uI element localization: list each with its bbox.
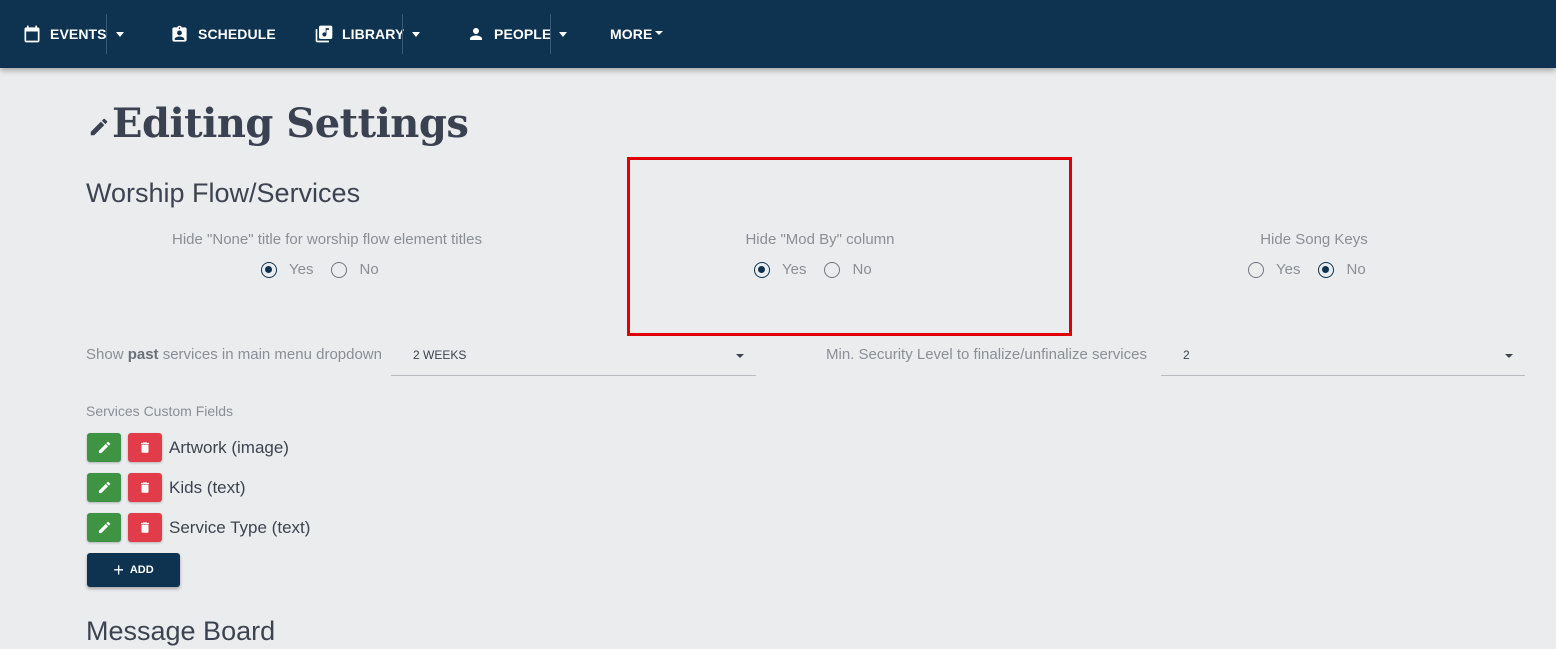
trash-icon [140, 522, 150, 533]
highlight-box [627, 157, 1072, 336]
add-field-button[interactable]: + ADD [87, 553, 180, 587]
dropdown-arrow-icon [1505, 354, 1513, 358]
nav-events[interactable]: EVENTS [22, 0, 107, 68]
field-name: Service Type (text) [169, 517, 311, 537]
pencil-icon [98, 481, 110, 494]
top-navbar: EVENTS SCHEDULE LIBRARY PEOPLE MORE [0, 0, 1556, 68]
hide-song-keys-label: Hide Song Keys [1260, 231, 1368, 248]
hide-song-keys-yes-radio[interactable] [1248, 261, 1264, 278]
calendar-icon [24, 25, 40, 43]
page-title: Editing Settings [112, 100, 469, 147]
people-dropdown-caret[interactable] [559, 32, 567, 37]
nav-divider [550, 14, 551, 54]
radio-label: No [1346, 261, 1366, 278]
hide-none-title-no-radio[interactable] [331, 261, 348, 278]
hide-none-title-label: Hide "None" title for worship flow eleme… [172, 231, 482, 248]
trash-icon [140, 442, 150, 453]
past-services-select[interactable]: 2 WEEKS [391, 338, 756, 376]
custom-fields-title: Services Custom Fields [86, 403, 234, 419]
list-item: Artwork (image) [87, 433, 289, 462]
nav-divider [106, 14, 107, 54]
hide-none-title-radio-group: Yes No [261, 261, 397, 278]
field-name: Artwork (image) [169, 437, 289, 457]
nav-people[interactable]: PEOPLE [467, 0, 551, 68]
nav-library[interactable]: LIBRARY [314, 0, 404, 68]
hide-none-title-yes-radio[interactable] [261, 261, 277, 278]
schedule-badge-icon [172, 25, 187, 42]
nav-events-label: EVENTS [50, 26, 107, 42]
nav-schedule[interactable]: SCHEDULE [170, 0, 276, 68]
label-text: services in main menu dropdown [158, 346, 382, 363]
nav-library-label: LIBRARY [342, 26, 405, 42]
delete-field-button[interactable] [128, 433, 162, 462]
field-name: Kids (text) [169, 477, 246, 497]
pencil-icon [90, 118, 108, 136]
message-board-section-title: Message Board [86, 616, 276, 646]
nav-people-label: PEOPLE [494, 26, 552, 42]
label-bold: past [127, 346, 159, 363]
add-button-label: ADD [129, 564, 154, 576]
edit-field-button[interactable] [87, 513, 121, 542]
past-services-label: Show past services in main menu dropdown [86, 346, 382, 363]
nav-more-label: MORE [610, 26, 653, 42]
library-dropdown-caret[interactable] [412, 32, 420, 37]
dropdown-arrow-icon [736, 354, 744, 358]
security-level-label: Min. Security Level to finalize/unfinali… [826, 346, 1147, 363]
edit-field-button[interactable] [87, 473, 121, 502]
pencil-icon [98, 441, 110, 454]
worship-section-title: Worship Flow/Services [86, 178, 361, 208]
person-icon [470, 28, 482, 40]
hide-song-keys-no-radio[interactable] [1318, 261, 1335, 278]
library-music-icon [315, 25, 333, 43]
edit-field-button[interactable] [87, 433, 121, 462]
radio-label: Yes [1276, 261, 1301, 278]
nav-more[interactable]: MORE [610, 0, 664, 68]
more-dropdown-caret [655, 31, 664, 35]
radio-label: Yes [289, 261, 314, 278]
events-dropdown-caret[interactable] [116, 32, 124, 37]
security-level-select[interactable]: 2 [1161, 338, 1525, 376]
delete-field-button[interactable] [128, 513, 162, 542]
nav-divider [402, 14, 403, 54]
past-services-value: 2 WEEKS [413, 348, 467, 362]
trash-icon [140, 482, 150, 493]
label-text: Show [86, 346, 128, 363]
plus-icon: + [113, 560, 124, 580]
list-item: Kids (text) [87, 473, 246, 502]
security-level-value: 2 [1183, 348, 1190, 362]
delete-field-button[interactable] [128, 473, 162, 502]
list-item: Service Type (text) [87, 513, 310, 542]
nav-schedule-label: SCHEDULE [198, 26, 276, 42]
radio-label: No [359, 261, 379, 278]
pencil-icon [98, 521, 110, 534]
hide-song-keys-radio-group: Yes No [1248, 261, 1384, 278]
